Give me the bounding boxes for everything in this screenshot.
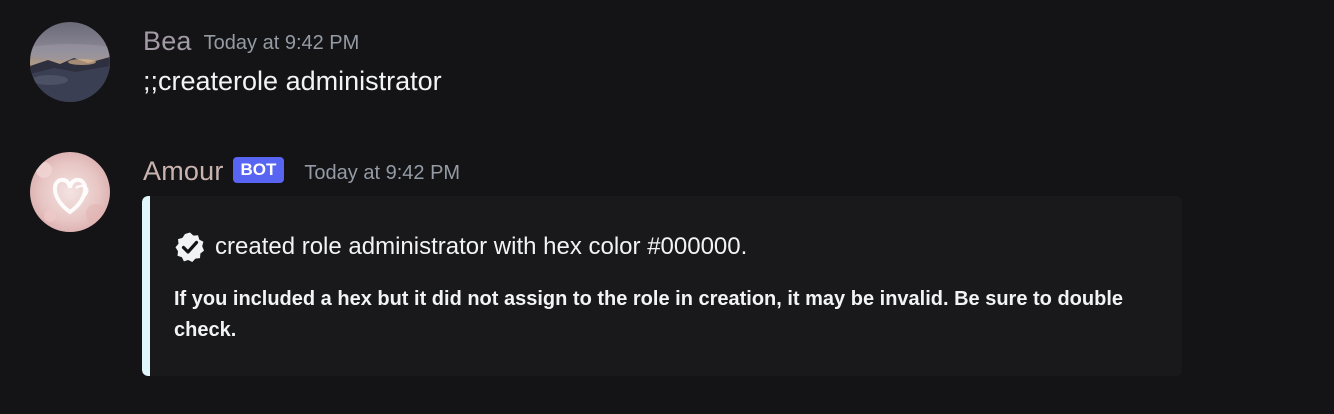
- user-avatar-amour[interactable]: [30, 152, 110, 232]
- bot-badge: BOT: [232, 157, 285, 183]
- embed-title-row: created role administrator with hex colo…: [174, 231, 747, 263]
- embed-title: created role administrator with hex colo…: [215, 233, 748, 260]
- verified-check-icon: [174, 231, 206, 263]
- message-amour: Amour BOT Today at 9:42 PM created role …: [0, 150, 1334, 390]
- chat-messages: Bea Today at 9:42 PM ;;createrole admini…: [0, 0, 1334, 414]
- timestamp: Today at 9:42 PM: [304, 161, 461, 184]
- message-header: Bea Today at 9:42 PM: [143, 24, 359, 58]
- embed-description: If you included a hex but it did not ass…: [174, 288, 1124, 341]
- heart-avatar: [30, 152, 110, 232]
- embed-accent-bar: [142, 196, 150, 376]
- username[interactable]: Bea: [143, 26, 192, 57]
- landscape-photo-avatar: [30, 22, 110, 102]
- embed: created role administrator with hex colo…: [142, 196, 1182, 376]
- user-avatar-bea[interactable]: [30, 22, 110, 102]
- username[interactable]: Amour: [143, 156, 224, 187]
- message-bea: Bea Today at 9:42 PM ;;createrole admini…: [0, 20, 1334, 110]
- message-content: ;;createrole administrator: [143, 66, 442, 96]
- message-header: Amour BOT Today at 9:42 PM: [143, 154, 460, 188]
- timestamp: Today at 9:42 PM: [203, 31, 360, 54]
